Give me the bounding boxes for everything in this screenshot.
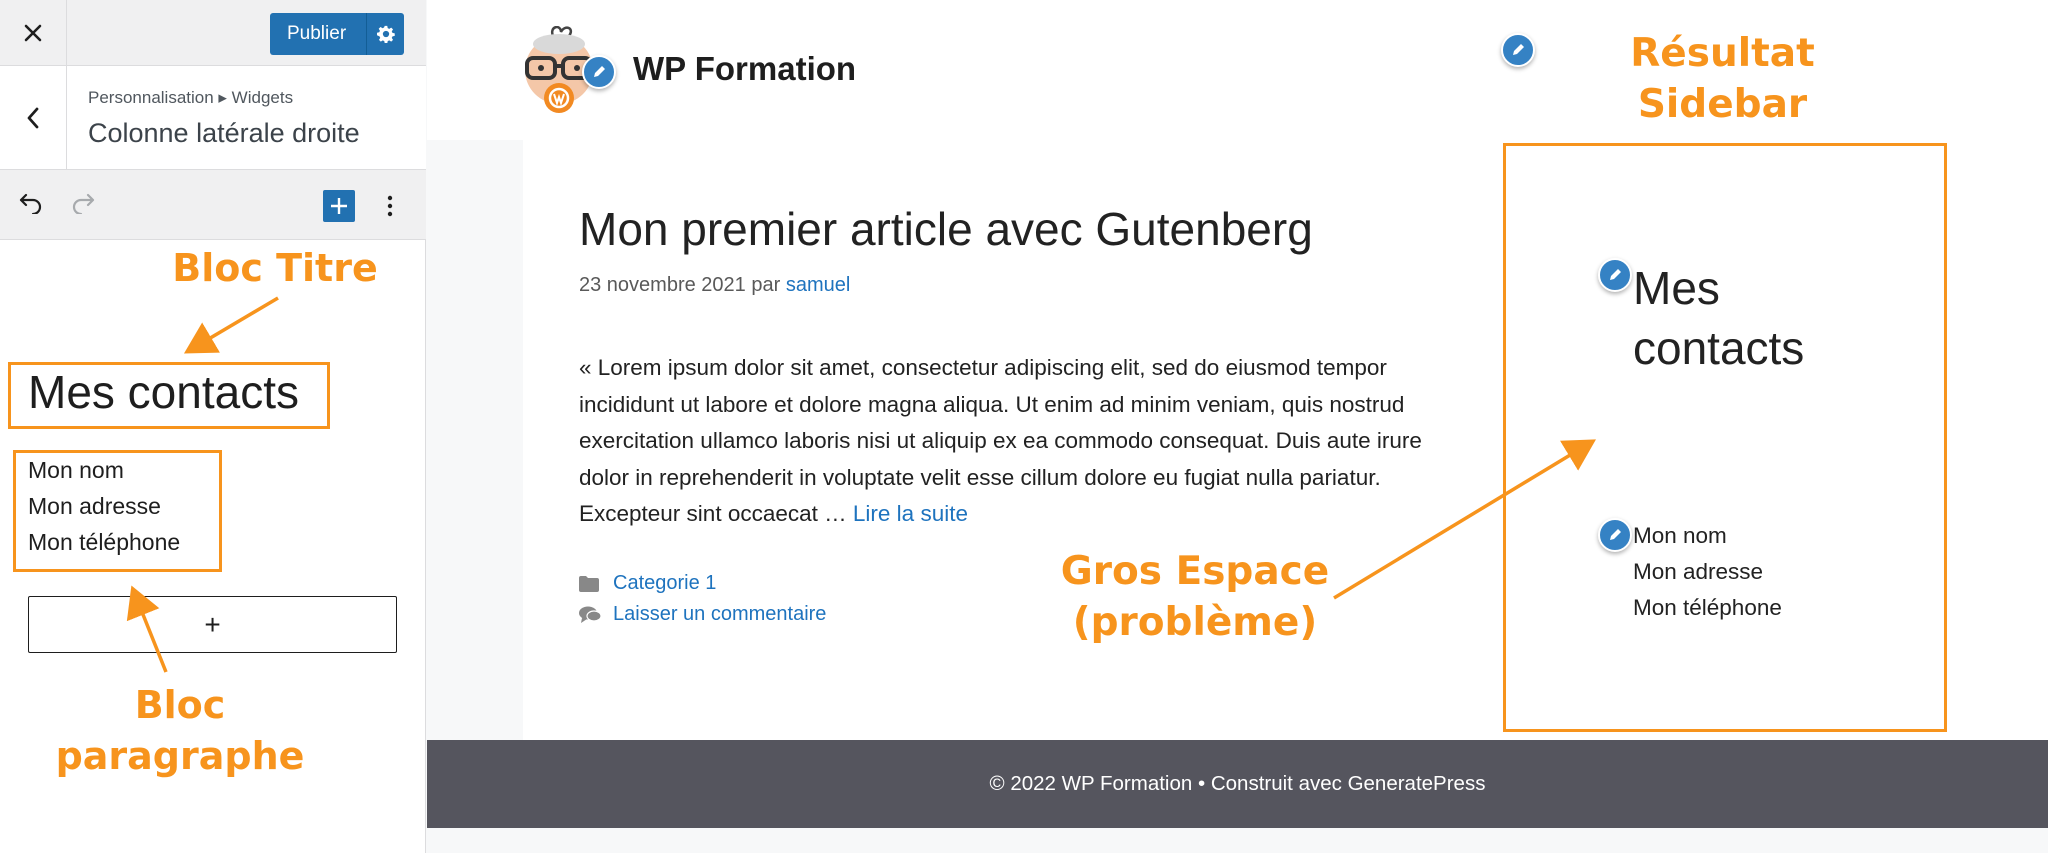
read-more-link[interactable]: Lire la suite [853, 501, 968, 526]
publish-settings-button[interactable] [367, 25, 404, 43]
annotation-label-gros-espace: Gros Espace (problème) [1050, 546, 1340, 648]
category-link[interactable]: Categorie 1 [613, 572, 716, 595]
annotation-line: (problème) [1072, 600, 1318, 645]
more-vertical-icon [387, 195, 393, 217]
redo-icon [72, 193, 95, 216]
close-button[interactable] [0, 0, 67, 66]
pencil-icon [1513, 44, 1524, 55]
post-comments: Laisser un commentaire [579, 603, 826, 626]
publish-button[interactable]: Publier [270, 13, 404, 55]
annotation-label-resultat: Résultat Sidebar [1590, 28, 1855, 130]
post-category: Categorie 1 [579, 572, 716, 595]
customizer-header: Publier [0, 0, 426, 66]
site-title[interactable]: WP Formation [633, 50, 856, 88]
post-meta: 23 novembre 2021 par samuel [579, 274, 850, 297]
post-date: 23 novembre 2021 [579, 274, 746, 296]
excerpt-text: « Lorem ipsum dolor sit amet, consectetu… [579, 355, 1422, 526]
back-button[interactable] [0, 66, 67, 169]
options-button[interactable] [382, 190, 398, 222]
annotation-line: paragraphe [55, 734, 305, 778]
undo-button[interactable] [18, 192, 44, 219]
edit-sidebar-shortcut[interactable] [1501, 33, 1535, 67]
site-footer: © 2022 WP Formation • Construit avec Gen… [427, 740, 2048, 828]
annotation-line: Gros Espace [1060, 549, 1330, 594]
section-title: Colonne latérale droite [88, 118, 360, 148]
annotation-label-bloc-titre: Bloc Titre [172, 246, 378, 290]
annotation-box-title [8, 362, 330, 429]
pencil-icon [594, 66, 605, 77]
block-appender-label: + [204, 608, 221, 640]
block-appender-button[interactable]: + [28, 596, 397, 653]
close-icon [24, 24, 42, 42]
post-article: Mon premier article avec Gutenberg 23 no… [523, 140, 1503, 740]
comments-icon [579, 606, 601, 624]
section-header: Personnalisation ▸ Widgets Colonne latér… [0, 66, 426, 170]
annotation-box-paragraph [13, 450, 222, 572]
redo-button[interactable] [70, 192, 96, 219]
plus-icon [331, 198, 347, 214]
post-title[interactable]: Mon premier article avec Gutenberg [579, 202, 1313, 256]
annotation-line: Bloc [134, 683, 226, 727]
add-block-button[interactable] [323, 190, 355, 222]
breadcrumb: Personnalisation ▸ Widgets [88, 88, 294, 107]
annotation-line: Résultat [1630, 31, 1815, 76]
gear-icon [376, 25, 395, 43]
chevron-left-icon [27, 107, 39, 128]
folder-icon [579, 575, 601, 592]
annotation-box-sidebar [1503, 143, 1947, 732]
edit-logo-shortcut[interactable] [582, 55, 616, 89]
comment-link[interactable]: Laisser un commentaire [613, 603, 826, 626]
undo-icon [19, 193, 42, 216]
annotation-label-bloc-paragraphe: Bloc paragraphe [40, 680, 320, 782]
publish-label: Publier [287, 23, 347, 44]
editor-toolbar [0, 170, 426, 240]
post-excerpt: « Lorem ipsum dolor sit amet, consectetu… [579, 350, 1459, 533]
annotation-line: Sidebar [1637, 82, 1808, 127]
post-by: par [751, 274, 781, 296]
post-author-link[interactable]: samuel [786, 274, 850, 296]
